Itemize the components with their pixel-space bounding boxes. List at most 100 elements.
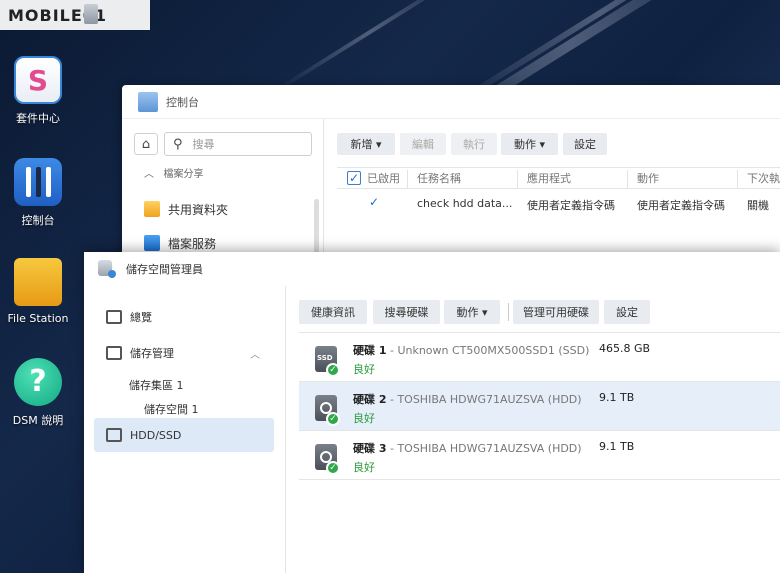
search-disk-button[interactable]: 搜尋硬碟 xyxy=(373,300,440,324)
window-title: 儲存空間管理員 xyxy=(126,263,203,276)
chevron-up-icon: ︿ xyxy=(144,169,154,180)
disk-model: - TOSHIBA HDWG71AUZSVA (HDD) xyxy=(386,442,582,455)
sidebar-item-label: 共用資料夾 xyxy=(168,202,229,217)
disk-size: 9.1 TB xyxy=(599,440,635,453)
storage-manager-sidebar: 總覽 儲存管理 ︿ 儲存集區 1 儲存空間 1 HDD/SSD xyxy=(84,286,286,573)
app-cell: 使用者定義指令碼 xyxy=(527,199,615,212)
disk-title: 硬碟 1 - Unknown CT500MX500SSD1 (SSD) xyxy=(353,342,589,358)
desktop-icon-label: DSM 說明 xyxy=(12,414,64,427)
storage-icon xyxy=(106,346,122,360)
check-circle-icon: ✓ xyxy=(326,412,340,426)
task-name-cell: check hdd data... xyxy=(417,197,513,210)
disk-row[interactable]: ✓ 硬碟 2 - TOSHIBA HDWG71AUZSVA (HDD) 9.1 … xyxy=(299,382,780,431)
folder-icon xyxy=(14,258,62,306)
disk-name: 硬碟 3 xyxy=(353,442,387,455)
control-panel-sidebar: ⌂ ⚲ 搜尋 ︿ 檔案分享 共用資料夾 檔案服務 xyxy=(122,119,324,265)
nav-volume[interactable]: 儲存空間 1 xyxy=(144,401,199,417)
manage-available-disks-button[interactable]: 管理可用硬碟 xyxy=(513,300,599,324)
search-input[interactable]: ⚲ 搜尋 xyxy=(164,132,312,156)
file-services-icon xyxy=(144,235,160,251)
window-titlebar[interactable]: 儲存空間管理員 xyxy=(84,252,780,286)
disk-name: 硬碟 1 xyxy=(353,344,387,357)
taskbar: MOBILE01 xyxy=(0,0,150,30)
disk-size: 465.8 GB xyxy=(599,342,651,355)
scrollbar[interactable] xyxy=(314,199,319,259)
nav-overview[interactable]: 總覽 xyxy=(94,300,274,334)
control-panel-window: 控制台 ⌂ ⚲ 搜尋 ︿ 檔案分享 共用資料夾 檔案服務 新增 ▾ 編輯 執行 … xyxy=(122,85,780,265)
section-header[interactable]: ︿ 檔案分享 xyxy=(144,165,204,180)
nav-label: 總覽 xyxy=(130,311,152,324)
nav-storage-pool[interactable]: 儲存集區 1 xyxy=(129,377,184,393)
package-center-icon xyxy=(14,56,62,104)
column-header[interactable]: 已啟用 xyxy=(367,170,400,186)
hdd-icon xyxy=(106,428,122,442)
column-header[interactable]: 動作 xyxy=(637,170,659,186)
storage-manager-main: 健康資訊 搜尋硬碟 動作 ▾ 管理可用硬碟 設定 SSD ✓ 硬碟 1 - Un… xyxy=(287,286,780,573)
window-title: 控制台 xyxy=(166,95,199,109)
action-dropdown[interactable]: 動作 ▾ xyxy=(444,300,500,324)
section-label: 檔案分享 xyxy=(163,169,204,180)
shared-folder-icon xyxy=(144,201,160,217)
settings-button[interactable]: 設定 xyxy=(563,133,607,155)
disk-status: 良好 xyxy=(353,412,375,425)
overview-icon xyxy=(106,310,122,324)
nav-label: HDD/SSD xyxy=(130,428,182,442)
wallpaper-streak xyxy=(275,0,465,92)
check-circle-icon: ✓ xyxy=(326,461,340,475)
column-header[interactable]: 任務名稱 xyxy=(417,170,461,186)
action-dropdown[interactable]: 動作 ▾ xyxy=(501,133,558,155)
nav-label: 儲存管理 xyxy=(130,347,174,360)
next-run-cell: 關機 xyxy=(747,199,769,212)
desktop-icon-help[interactable]: ? DSM 說明 xyxy=(0,358,76,428)
column-header[interactable]: 應用程式 xyxy=(527,170,571,186)
sidebar-item-label: 檔案服務 xyxy=(168,236,217,251)
nav-hdd-ssd[interactable]: HDD/SSD xyxy=(94,418,274,452)
home-button[interactable]: ⌂ xyxy=(134,133,158,155)
disk-model: - Unknown CT500MX500SSD1 (SSD) xyxy=(386,344,590,357)
disk-model: - TOSHIBA HDWG71AUZSVA (HDD) xyxy=(386,393,582,406)
edit-button[interactable]: 編輯 xyxy=(400,133,446,155)
create-button[interactable]: 新增 ▾ xyxy=(337,133,395,155)
disk-status: 良好 xyxy=(353,461,375,474)
disk-list: SSD ✓ 硬碟 1 - Unknown CT500MX500SSD1 (SSD… xyxy=(299,332,780,480)
disk-row[interactable]: SSD ✓ 硬碟 1 - Unknown CT500MX500SSD1 (SSD… xyxy=(299,333,780,382)
desktop-icon-control-panel[interactable]: 控制台 xyxy=(0,158,76,228)
settings-button[interactable]: 設定 xyxy=(604,300,650,324)
chevron-up-icon: ︿ xyxy=(250,349,260,361)
desktop-icon-label: File Station xyxy=(7,312,69,325)
disk-name: 硬碟 2 xyxy=(353,393,387,406)
table-row[interactable]: ✓ check hdd data... 使用者定義指令碼 使用者定義指令碼 關機 xyxy=(337,192,780,214)
desktop-icon-file-station[interactable]: File Station xyxy=(0,258,76,325)
control-panel-icon xyxy=(14,158,62,206)
check-circle-icon: ✓ xyxy=(326,363,340,377)
sidebar-item-shared-folder[interactable]: 共用資料夾 xyxy=(144,199,228,219)
row-checkbox[interactable]: ✓ xyxy=(367,196,381,210)
control-panel-main: 新增 ▾ 編輯 執行 動作 ▾ 設定 ✓ 已啟用 任務名稱 應用程式 動作 下次… xyxy=(325,119,780,265)
help-icon: ? xyxy=(14,358,62,406)
storage-manager-window: 儲存空間管理員 總覽 儲存管理 ︿ 儲存集區 1 儲存空間 1 HDD/SSD … xyxy=(84,252,780,573)
disk-title: 硬碟 2 - TOSHIBA HDWG71AUZSVA (HDD) xyxy=(353,391,582,407)
nav-storage[interactable]: 儲存管理 ︿ xyxy=(94,336,274,370)
desktop-icon-label: 控制台 xyxy=(21,214,55,227)
toolbar-divider xyxy=(508,303,509,321)
window-titlebar[interactable]: 控制台 xyxy=(122,85,780,119)
search-icon: ⚲ xyxy=(173,136,183,152)
search-placeholder: 搜尋 xyxy=(192,138,215,151)
taskbar-app-icon[interactable] xyxy=(84,4,98,24)
control-panel-icon xyxy=(138,91,158,112)
sidebar-item-file-services[interactable]: 檔案服務 xyxy=(144,233,216,253)
disk-status: 良好 xyxy=(353,363,375,376)
disk-title: 硬碟 3 - TOSHIBA HDWG71AUZSVA (HDD) xyxy=(353,440,582,456)
action-cell: 使用者定義指令碼 xyxy=(637,199,725,212)
disk-size: 9.1 TB xyxy=(599,391,635,404)
storage-manager-icon xyxy=(98,260,116,278)
home-icon: ⌂ xyxy=(141,136,151,152)
table-header: ✓ 已啟用 任務名稱 應用程式 動作 下次執 xyxy=(337,167,780,189)
disk-row[interactable]: ✓ 硬碟 3 - TOSHIBA HDWG71AUZSVA (HDD) 9.1 … xyxy=(299,431,780,480)
header-checkbox[interactable]: ✓ xyxy=(347,171,361,185)
desktop-icon-package-center[interactable]: 套件中心 xyxy=(0,56,76,126)
desktop-icon-label: 套件中心 xyxy=(16,112,60,125)
column-header[interactable]: 下次執 xyxy=(747,170,780,186)
run-button[interactable]: 執行 xyxy=(451,133,497,155)
health-info-button[interactable]: 健康資訊 xyxy=(299,300,367,324)
